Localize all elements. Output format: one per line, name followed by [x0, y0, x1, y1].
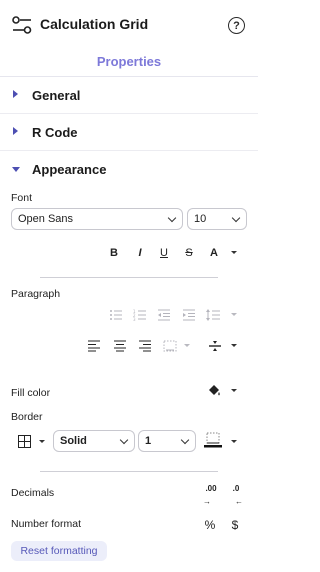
border-style-value: Solid [60, 435, 87, 447]
bold-button[interactable]: B [105, 244, 123, 262]
border-color-dropdown-icon[interactable] [231, 440, 237, 443]
font-family-value: Open Sans [18, 213, 74, 225]
caret-right-icon [13, 127, 18, 135]
reset-formatting-button[interactable]: Reset formatting [11, 541, 107, 561]
section-label: Appearance [32, 162, 107, 177]
fill-color-label: Fill color [11, 387, 51, 399]
caret-right-icon [13, 90, 18, 98]
divider [40, 471, 218, 472]
underline-button[interactable]: U [155, 244, 173, 262]
border-style-select[interactable]: Solid [53, 430, 135, 452]
decrease-decimals-label: .0 [232, 484, 240, 493]
paint-bucket-icon[interactable] [205, 382, 223, 400]
font-size-value: 10 [194, 213, 207, 225]
chevron-down-icon [231, 213, 241, 223]
number-format-label: Number format [11, 518, 82, 530]
increase-decimals-label: .00 [205, 484, 217, 493]
align-left-icon[interactable] [85, 337, 103, 355]
outdent-icon[interactable] [155, 306, 173, 324]
font-size-select[interactable]: 10 [187, 208, 247, 230]
tab-properties[interactable]: Properties [0, 51, 258, 77]
section-general[interactable]: General [0, 78, 258, 114]
caret-down-icon [12, 167, 20, 172]
font-label: Font [11, 192, 33, 204]
font-color-dropdown-icon[interactable] [231, 251, 237, 254]
border-grid-dropdown-icon[interactable] [39, 440, 45, 443]
decimals-label: Decimals [11, 487, 55, 499]
border-grid-icon[interactable] [15, 432, 33, 450]
currency-format-button[interactable]: $ [226, 516, 244, 534]
vertical-middle-icon[interactable] [206, 337, 224, 355]
svg-text:3: 3 [133, 317, 136, 321]
vertical-middle-dropdown-icon[interactable] [231, 344, 237, 347]
divider [40, 277, 218, 278]
paragraph-label: Paragraph [11, 288, 61, 300]
panel-title: Calculation Grid [40, 16, 149, 32]
border-width-select[interactable]: 1 [138, 430, 196, 452]
section-r-code[interactable]: R Code [0, 115, 258, 151]
align-center-icon[interactable] [111, 337, 129, 355]
fill-color-dropdown-icon[interactable] [231, 389, 237, 392]
percent-format-button[interactable]: % [201, 516, 219, 534]
section-appearance[interactable]: Appearance [0, 152, 258, 188]
border-label: Border [11, 411, 43, 423]
numbered-list-icon[interactable]: 123 [131, 306, 149, 324]
border-width-value: 1 [145, 435, 152, 447]
align-right-icon[interactable] [136, 337, 154, 355]
italic-button[interactable]: I [131, 244, 149, 262]
font-color-button[interactable]: A [205, 244, 223, 262]
line-spacing-dropdown-icon[interactable] [231, 313, 237, 316]
border-color-icon[interactable] [204, 431, 222, 449]
arrow-left-icon: ← [235, 497, 243, 506]
bullet-list-icon[interactable] [107, 306, 125, 324]
section-label: General [32, 88, 81, 103]
panel-header: Calculation Grid ? [0, 0, 258, 50]
chevron-down-icon [119, 435, 129, 445]
vertical-align-icon[interactable] [161, 337, 179, 355]
arrow-right-icon: → [203, 497, 211, 506]
strikethrough-button[interactable]: S [180, 244, 198, 262]
chevron-down-icon [167, 213, 177, 223]
indent-icon[interactable] [180, 306, 198, 324]
section-label: R Code [32, 125, 78, 140]
help-icon[interactable]: ? [228, 17, 245, 34]
font-family-select[interactable]: Open Sans [11, 208, 183, 230]
vertical-align-dropdown-icon[interactable] [184, 344, 190, 347]
chevron-down-icon [180, 435, 190, 445]
sliders-icon [12, 16, 32, 34]
line-spacing-icon[interactable] [204, 306, 222, 324]
